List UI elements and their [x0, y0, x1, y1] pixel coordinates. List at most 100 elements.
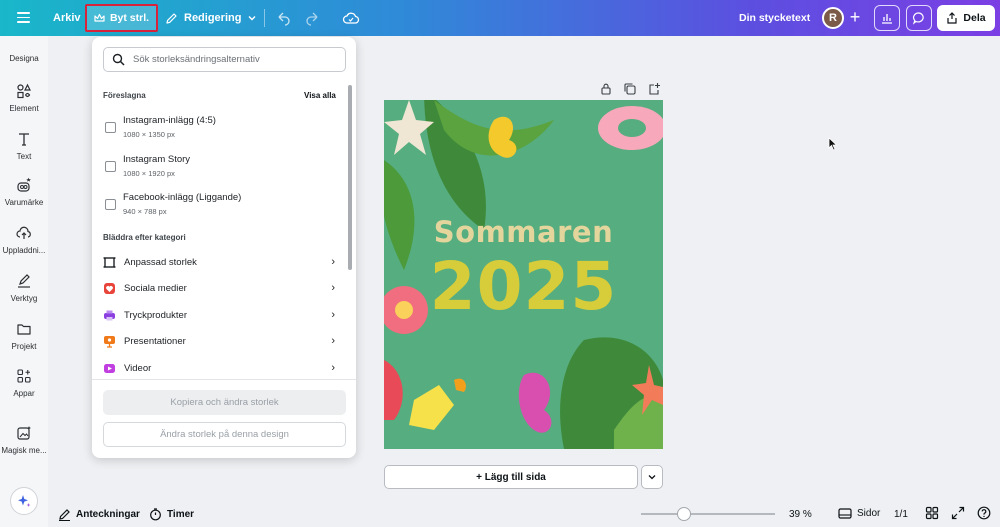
design-heading[interactable]: Sommaren	[384, 215, 663, 249]
zoom-value[interactable]: 39 %	[789, 509, 812, 520]
design-page[interactable]: Sommaren 2025	[384, 100, 663, 449]
left-sidebar: Designa Element Text Varumärke Uppladdni…	[0, 36, 48, 527]
chevron-right-icon: ›	[331, 282, 335, 294]
sidebar-item-magic-media[interactable]: Magisk me...	[0, 424, 48, 455]
undo-icon[interactable]	[274, 9, 292, 27]
duplicate-icon[interactable]	[623, 82, 637, 96]
menu-icon[interactable]	[12, 9, 34, 27]
sidebar-item-label: Appar	[13, 389, 35, 398]
category-label: Anpassad storlek	[124, 256, 197, 268]
share-icon	[947, 12, 958, 24]
sidebar-item-label: Projekt	[11, 342, 37, 351]
see-all-link[interactable]: Visa alla	[304, 91, 336, 100]
grid-view-icon[interactable]	[925, 506, 939, 520]
category-videos[interactable]: Videor ›	[103, 358, 335, 378]
editing-label: Redigering	[184, 12, 242, 24]
brand-icon	[15, 176, 33, 194]
add-page-button[interactable]: + Lägg till sida	[384, 465, 638, 489]
sidebar-item-design[interactable]: Designa	[0, 50, 48, 63]
copy-and-resize-button[interactable]: Kopiera och ändra storlek	[103, 390, 346, 415]
category-label: Tryckprodukter	[124, 309, 187, 321]
sidebar-item-tools[interactable]: Verktyg	[0, 272, 48, 303]
checkbox[interactable]	[105, 161, 116, 172]
pencil-icon	[166, 12, 177, 24]
sidebar-item-apps[interactable]: Appar	[0, 367, 48, 398]
add-page-options-button[interactable]	[641, 465, 663, 489]
avatar[interactable]: R	[822, 7, 844, 29]
timer-button[interactable]: Timer	[149, 508, 194, 521]
upload-icon	[15, 224, 33, 242]
sidebar-item-text[interactable]: Text	[0, 130, 48, 161]
sidebar-item-label: Varumärke	[4, 198, 44, 207]
category-presentations[interactable]: Presentationer ›	[103, 331, 335, 351]
panel-scrollbar[interactable]	[348, 85, 352, 270]
sidebar-item-elements[interactable]: Element	[0, 82, 48, 113]
page-count[interactable]: 1/1	[894, 509, 908, 520]
suggestion-item[interactable]: Instagram Story 1080 × 1920 px	[105, 154, 335, 184]
search-icon	[112, 53, 125, 66]
sidebar-item-label: Magisk me...	[1, 446, 47, 455]
text-icon	[15, 130, 33, 148]
fullscreen-icon[interactable]	[951, 506, 965, 520]
chevron-down-icon	[648, 475, 656, 480]
zoom-slider-handle[interactable]	[676, 507, 691, 521]
category-custom-size[interactable]: Anpassad storlek ›	[103, 252, 335, 272]
notes-button[interactable]: Anteckningar	[58, 508, 140, 521]
top-bar: Arkiv Byt strl. Redigering Din stycketex…	[0, 0, 1000, 36]
magic-assistant-button[interactable]	[10, 487, 38, 515]
sparkle-icon	[18, 495, 31, 507]
bar-chart-icon	[882, 14, 892, 24]
suggestion-size: 1080 × 1920 px	[123, 169, 175, 178]
heart-icon	[103, 282, 116, 295]
magic-media-icon	[15, 424, 33, 442]
comment-icon	[912, 12, 924, 25]
checkbox[interactable]	[105, 199, 116, 210]
file-menu[interactable]: Arkiv	[53, 12, 81, 24]
sidebar-item-label: Uppladdni...	[2, 246, 46, 255]
document-title[interactable]: Din stycketext	[739, 12, 810, 24]
suggestion-item[interactable]: Facebook-inlägg (Liggande) 940 × 788 px	[105, 192, 335, 222]
custom-size-icon	[103, 256, 116, 269]
printer-icon	[103, 309, 116, 322]
add-page-icon[interactable]	[647, 82, 661, 96]
notes-label: Anteckningar	[76, 509, 140, 520]
apps-icon	[15, 367, 33, 385]
zoom-slider[interactable]	[641, 513, 775, 515]
resize-button[interactable]: Byt strl.	[85, 4, 158, 32]
suggestion-item[interactable]: Instagram-inlägg (4:5) 1080 × 1350 px	[105, 115, 335, 145]
checkbox[interactable]	[105, 122, 116, 133]
notes-icon	[59, 509, 70, 521]
cloud-save-icon[interactable]	[342, 9, 360, 27]
sidebar-item-projects[interactable]: Projekt	[0, 320, 48, 351]
timer-label: Timer	[167, 509, 195, 520]
video-icon	[103, 362, 116, 375]
panel-divider	[92, 379, 356, 380]
category-print[interactable]: Tryckprodukter ›	[103, 305, 335, 325]
resize-search[interactable]	[103, 47, 346, 72]
editing-mode-button[interactable]: Redigering	[165, 8, 257, 28]
help-icon[interactable]	[977, 506, 991, 520]
share-label: Dela	[963, 12, 986, 24]
suggestion-name: Instagram-inlägg (4:5)	[123, 115, 216, 126]
pages-button[interactable]: Sidor	[838, 507, 880, 520]
resize-this-design-button[interactable]: Ändra storlek på denna design	[103, 422, 346, 447]
sidebar-item-brand[interactable]: Varumärke	[0, 176, 48, 207]
sidebar-item-label: Text	[16, 152, 32, 161]
share-button[interactable]: Dela	[937, 5, 995, 31]
chevron-right-icon: ›	[331, 362, 335, 374]
suggested-heading: Föreslagna	[103, 91, 146, 100]
chevron-down-icon	[248, 16, 256, 21]
pages-label: Sidor	[857, 508, 881, 519]
sidebar-item-uploads[interactable]: Uppladdni...	[0, 224, 48, 255]
design-year[interactable]: 2025	[384, 248, 663, 325]
redo-icon[interactable]	[304, 9, 322, 27]
category-label: Presentationer	[124, 335, 186, 347]
category-social-media[interactable]: Sociala medier ›	[103, 278, 335, 298]
presentation-icon	[103, 335, 116, 348]
add-collaborator-icon[interactable]: +	[846, 8, 864, 27]
lock-icon[interactable]	[599, 82, 613, 96]
insights-button[interactable]	[874, 5, 900, 31]
comments-button[interactable]	[906, 5, 932, 31]
search-input[interactable]	[133, 54, 333, 65]
folder-icon	[15, 320, 33, 338]
